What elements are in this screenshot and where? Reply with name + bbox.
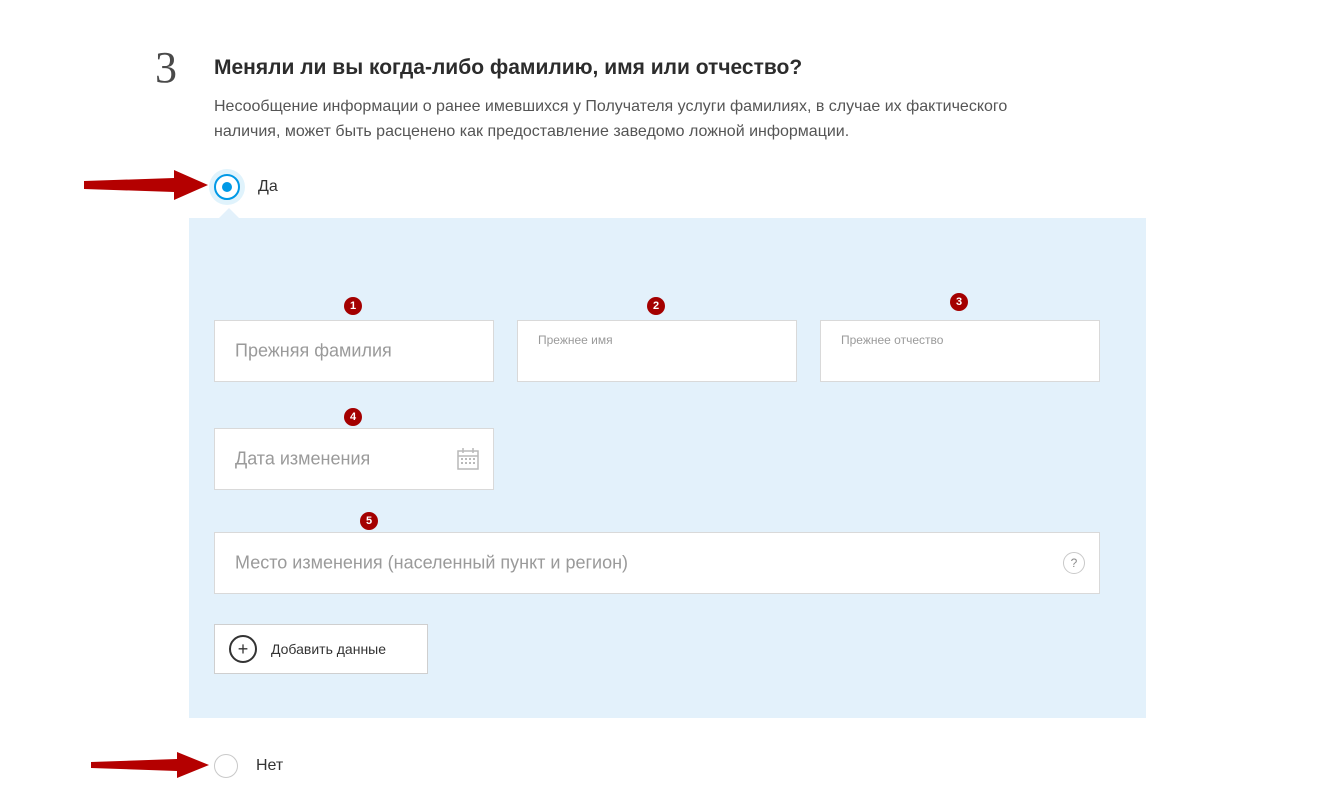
radio-no-indicator-icon bbox=[214, 754, 238, 778]
yes-details-panel: 1 2 3 4 5 Прежняя фамилия Прежнее имя Пр… bbox=[189, 218, 1146, 718]
arrow-indicator-yes-icon bbox=[84, 168, 208, 202]
change-date-placeholder: Дата изменения bbox=[235, 449, 370, 470]
change-place-placeholder: Место изменения (населенный пункт и реги… bbox=[235, 553, 628, 574]
step-badge-2: 2 bbox=[647, 297, 665, 315]
radio-yes-label: Да bbox=[258, 178, 278, 196]
prev-patronymic-placeholder: Прежнее отчество bbox=[841, 333, 943, 347]
calendar-icon bbox=[457, 448, 479, 470]
prev-name-input[interactable]: Прежнее имя bbox=[517, 320, 797, 382]
change-date-input[interactable]: Дата изменения bbox=[214, 428, 494, 490]
radio-no[interactable]: Нет bbox=[214, 754, 283, 778]
add-data-button[interactable]: + Добавить данные bbox=[214, 624, 428, 674]
step-badge-4: 4 bbox=[344, 408, 362, 426]
step-badge-5: 5 bbox=[360, 512, 378, 530]
change-place-input[interactable]: Место изменения (населенный пункт и реги… bbox=[214, 532, 1100, 594]
form-step-3: 3 Меняли ли вы когда-либо фамилию, имя и… bbox=[0, 0, 1337, 806]
add-data-label: Добавить данные bbox=[271, 641, 386, 657]
radio-no-label: Нет bbox=[256, 757, 283, 775]
radio-yes[interactable]: Да bbox=[214, 174, 278, 200]
prev-surname-placeholder: Прежняя фамилия bbox=[235, 341, 392, 362]
step-badge-1: 1 bbox=[344, 297, 362, 315]
prev-patronymic-input[interactable]: Прежнее отчество bbox=[820, 320, 1100, 382]
step-badge-3: 3 bbox=[950, 293, 968, 311]
radio-yes-indicator-icon bbox=[214, 174, 240, 200]
question-description: Несообщение информации о ранее имевшихся… bbox=[214, 95, 1074, 145]
prev-surname-input[interactable]: Прежняя фамилия bbox=[214, 320, 494, 382]
question-title: Меняли ли вы когда-либо фамилию, имя или… bbox=[214, 56, 802, 80]
step-number: 3 bbox=[155, 42, 177, 93]
prev-name-placeholder: Прежнее имя bbox=[538, 333, 613, 347]
arrow-indicator-no-icon bbox=[91, 750, 209, 780]
help-icon[interactable]: ? bbox=[1063, 552, 1085, 574]
plus-icon: + bbox=[229, 635, 257, 663]
